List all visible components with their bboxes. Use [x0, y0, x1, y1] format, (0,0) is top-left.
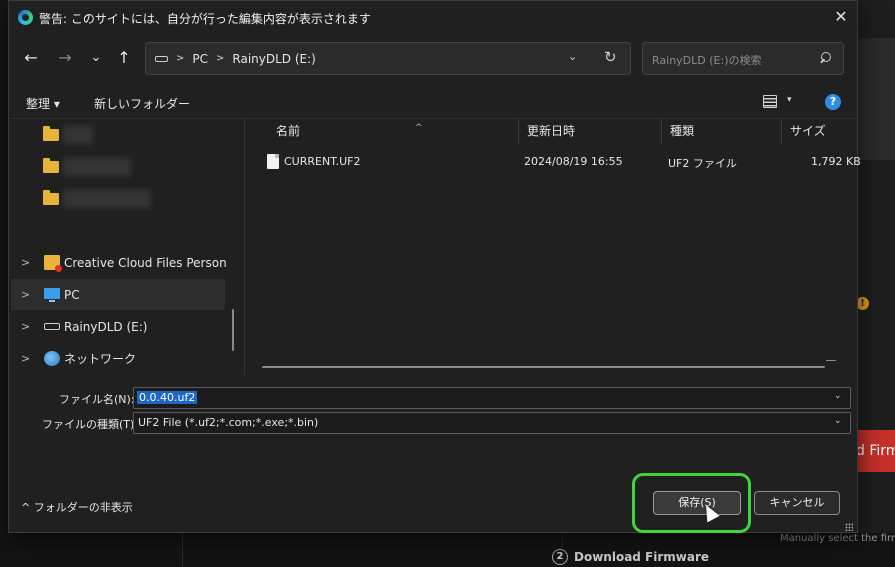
nav-item-label: PC — [64, 287, 80, 302]
nav-item-label: RainyDLD (E:) — [64, 319, 148, 334]
blurred-folder-label[interactable] — [63, 126, 93, 144]
save-file-dialog: 警告: このサイトには、自分が行った編集内容が表示されます ✕ ← → ⌄ ↑ … — [8, 0, 861, 533]
pc-icon — [44, 288, 60, 302]
breadcrumb-rainydld[interactable]: RainyDLD (E:) — [232, 52, 315, 66]
view-options-icon[interactable] — [763, 95, 777, 108]
sort-ascending-icon: ^ — [415, 123, 423, 133]
breadcrumb-separator-icon[interactable]: > — [216, 53, 224, 64]
close-button[interactable]: ✕ — [829, 5, 853, 29]
view-dropdown-icon[interactable]: ▾ — [787, 95, 792, 105]
nav-pane-scrollbar[interactable] — [232, 309, 234, 351]
network-icon — [44, 351, 60, 366]
chevron-right-icon[interactable]: > — [21, 288, 30, 301]
save-button[interactable]: 保存(S) — [653, 491, 741, 515]
filetype-label: ファイルの種類(T): — [42, 418, 139, 431]
filename-value[interactable]: 0.0.40.uf2 — [137, 391, 198, 404]
table-row[interactable]: CURRENT.UF2 2024/08/19 16:55 UF2 ファイル 1,… — [246, 152, 861, 174]
up-arrow-icon[interactable]: ↑ — [113, 47, 135, 69]
column-header-type[interactable]: 種類 — [663, 119, 782, 144]
navigation-pane: > Creative Cloud Files Personal A > PC >… — [9, 119, 245, 375]
download-firmware-button[interactable]: d Firm — [852, 430, 895, 472]
filename-dropdown-icon[interactable]: ⌄ — [834, 391, 842, 401]
command-bar: 整理 ▾ 新しいフォルダー ▾ — [9, 86, 857, 118]
filetype-row: ファイルの種類(T): UF2 File (*.uf2;*.com;*.exe;… — [9, 412, 857, 434]
cancel-button[interactable]: キャンセル — [754, 491, 840, 515]
column-header-date[interactable]: 更新日時 — [520, 119, 662, 144]
folder-icon[interactable] — [43, 190, 59, 205]
file-list: 名前 ^ 更新日時 種類 サイズ CURRENT.UF2 2024/08/19 … — [246, 119, 861, 375]
filename-label: ファイル名(N): — [59, 393, 135, 406]
background-page-bottom — [0, 533, 895, 567]
step-download-firmware: 2 Download Firmware — [552, 549, 709, 565]
dialog-titlebar: 警告: このサイトには、自分が行った編集内容が表示されます ✕ — [9, 1, 857, 34]
scrollbar-end-mark — [826, 360, 836, 361]
creative-cloud-icon — [44, 255, 62, 272]
step-number: 2 — [552, 549, 568, 565]
drive-icon — [155, 55, 168, 62]
divider — [562, 533, 563, 547]
breadcrumb-pc[interactable]: PC — [192, 52, 208, 66]
chevron-right-icon[interactable]: > — [21, 256, 30, 269]
refresh-icon[interactable]: ↻ — [604, 48, 617, 66]
browser-content: > Creative Cloud Files Personal A > PC >… — [9, 118, 861, 375]
filename-input[interactable]: 0.0.40.uf2 ⌄ — [133, 387, 851, 409]
chevron-right-icon[interactable]: > — [21, 320, 30, 333]
file-type: UF2 ファイル — [668, 157, 737, 170]
folder-icon[interactable] — [43, 158, 59, 173]
drive-icon — [44, 323, 60, 330]
column-header-size[interactable]: サイズ — [783, 119, 859, 144]
back-arrow-icon[interactable]: ← — [20, 47, 42, 69]
step-label: Download Firmware — [574, 550, 710, 564]
resize-grip-icon[interactable] — [845, 523, 853, 531]
file-icon — [267, 154, 279, 169]
blurred-folder-label[interactable] — [63, 190, 151, 208]
filetype-dropdown-icon[interactable]: ⌄ — [834, 416, 842, 426]
nav-item-creative-cloud[interactable]: > Creative Cloud Files Personal A — [11, 247, 226, 278]
blurred-folder-label[interactable] — [63, 158, 131, 176]
address-bar[interactable]: > PC > RainyDLD (E:) ⌄ ↻ — [145, 42, 631, 75]
file-date: 2024/08/19 16:55 — [524, 155, 623, 168]
manual-select-text: Manually select the firmw — [780, 533, 895, 544]
hide-folders-button[interactable]: ^ フォルダーの非表示 — [21, 499, 133, 515]
divider — [182, 533, 183, 567]
nav-item-pc[interactable]: > PC — [11, 279, 225, 310]
nav-item-label: ネットワーク — [64, 352, 137, 366]
edge-browser-icon — [18, 10, 33, 25]
search-placeholder: RainyDLD (E:)の検索 — [652, 54, 762, 67]
filename-row: ファイル名(N): 0.0.40.uf2 ⌄ — [9, 387, 857, 409]
background-header-strip — [858, 38, 895, 160]
navigation-bar: ← → ⌄ ↑ > PC > RainyDLD (E:) ⌄ ↻ RainyDL… — [9, 39, 857, 79]
nav-item-rainydld[interactable]: > RainyDLD (E:) — [11, 311, 225, 342]
forward-arrow-icon[interactable]: → — [54, 47, 76, 69]
horizontal-scrollbar[interactable] — [262, 366, 825, 368]
recent-locations-chevron-icon[interactable]: ⌄ — [85, 47, 107, 69]
search-icon[interactable] — [818, 50, 832, 66]
help-icon[interactable]: ? — [825, 94, 841, 110]
filetype-select[interactable]: UF2 File (*.uf2;*.com;*.exe;*.bin) ⌄ — [133, 412, 851, 434]
folder-icon[interactable] — [43, 126, 59, 141]
nav-item-network[interactable]: > ネットワーク — [11, 343, 225, 374]
new-folder-button[interactable]: 新しいフォルダー — [94, 95, 190, 112]
nav-item-label: Creative Cloud Files Personal A — [64, 255, 226, 270]
dialog-title: 警告: このサイトには、自分が行った編集内容が表示されます — [39, 12, 371, 26]
organize-button[interactable]: 整理 ▾ — [26, 95, 60, 112]
search-box[interactable]: RainyDLD (E:)の検索 — [642, 42, 844, 75]
file-size: 1,792 KB — [811, 155, 861, 168]
file-name: CURRENT.UF2 — [284, 155, 361, 168]
column-header-label: 名前 — [276, 124, 301, 138]
address-dropdown-icon[interactable]: ⌄ — [568, 50, 577, 63]
chevron-right-icon[interactable]: > — [21, 352, 30, 365]
dialog-footer: ^ フォルダーの非表示 保存(S) キャンセル — [9, 473, 857, 533]
breadcrumb-separator-icon[interactable]: > — [176, 53, 184, 64]
column-header-name[interactable]: 名前 ^ — [269, 119, 519, 144]
filetype-value: UF2 File (*.uf2;*.com;*.exe;*.bin) — [138, 416, 319, 429]
